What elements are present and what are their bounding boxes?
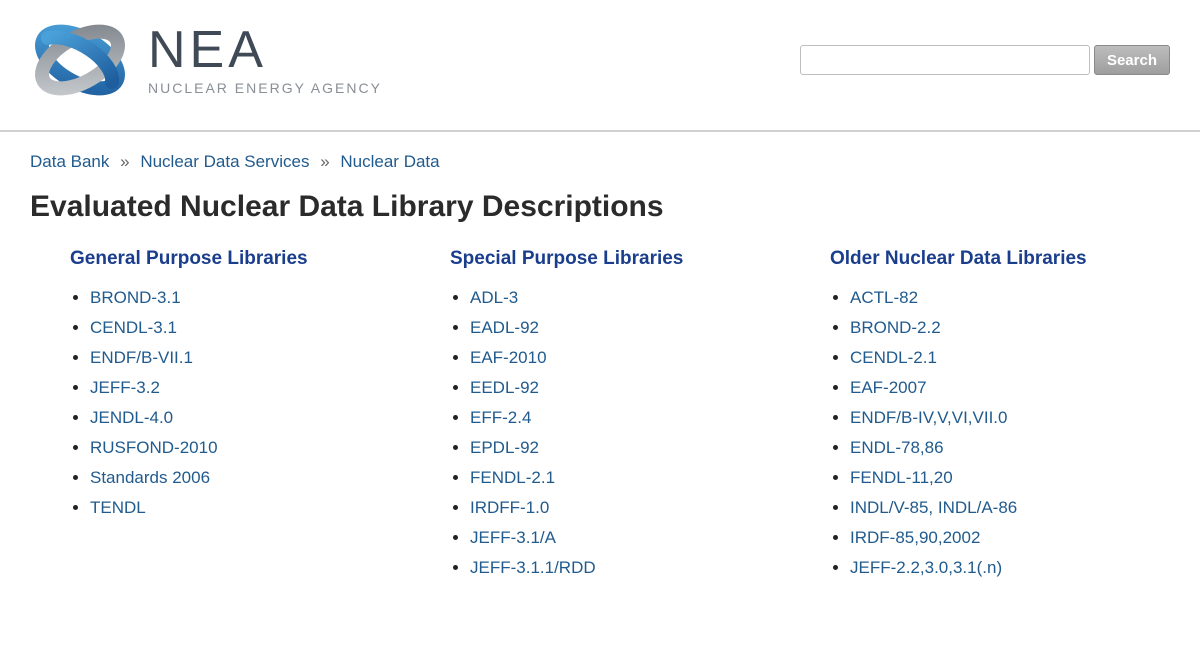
library-link[interactable]: ENDF/B-VII.1: [90, 348, 193, 367]
page-title: Evaluated Nuclear Data Library Descripti…: [30, 190, 1170, 224]
library-link[interactable]: ACTL-82: [850, 288, 918, 307]
library-link[interactable]: IRDF-85,90,2002: [850, 528, 980, 547]
library-link[interactable]: BROND-3.1: [90, 288, 181, 307]
search-button[interactable]: Search: [1094, 45, 1170, 75]
list-item: JEFF-2.2,3.0,3.1(.n): [850, 558, 1170, 578]
library-link[interactable]: EFF-2.4: [470, 408, 531, 427]
col-list: BROND-3.1 CENDL-3.1 ENDF/B-VII.1 JEFF-3.2 JE…: [70, 288, 410, 518]
search-input[interactable]: [800, 45, 1090, 75]
list-item: IRDFF-1.0: [470, 498, 790, 518]
logo-subtitle: NUCLEAR ENERGY AGENCY: [148, 80, 382, 96]
list-item: TENDL: [90, 498, 410, 518]
library-link[interactable]: TENDL: [90, 498, 146, 517]
col-title: General Purpose Libraries: [70, 248, 410, 270]
library-link[interactable]: CENDL-2.1: [850, 348, 937, 367]
list-item: EAF-2010: [470, 348, 790, 368]
library-link[interactable]: BROND-2.2: [850, 318, 941, 337]
col-title: Older Nuclear Data Libraries: [830, 248, 1170, 270]
library-link[interactable]: IRDFF-1.0: [470, 498, 549, 517]
library-link[interactable]: JEFF-3.1/A: [470, 528, 556, 547]
list-item: IRDF-85,90,2002: [850, 528, 1170, 548]
breadcrumb: Data Bank » Nuclear Data Services » Nucl…: [30, 152, 1170, 172]
library-link[interactable]: ADL-3: [470, 288, 518, 307]
library-link[interactable]: Standards 2006: [90, 468, 210, 487]
list-item: ADL-3: [470, 288, 790, 308]
library-link[interactable]: EAF-2007: [850, 378, 927, 397]
logo-text: NEA NUCLEAR ENERGY AGENCY: [148, 24, 382, 96]
library-link[interactable]: ENDF/B-IV,V,VI,VII.0: [850, 408, 1007, 427]
list-item: ENDL-78,86: [850, 438, 1170, 458]
list-item: Standards 2006: [90, 468, 410, 488]
list-item: EPDL-92: [470, 438, 790, 458]
header: NEA NUCLEAR ENERGY AGENCY Search: [0, 0, 1200, 132]
breadcrumb-sep: »: [320, 152, 329, 171]
content: Data Bank » Nuclear Data Services » Nucl…: [0, 132, 1200, 608]
list-item: JENDL-4.0: [90, 408, 410, 428]
logo-icon: [30, 10, 130, 110]
list-item: JEFF-3.2: [90, 378, 410, 398]
library-link[interactable]: EADL-92: [470, 318, 539, 337]
library-link[interactable]: EAF-2010: [470, 348, 547, 367]
logo-block: NEA NUCLEAR ENERGY AGENCY: [30, 10, 382, 110]
col-older-libraries: Older Nuclear Data Libraries ACTL-82 BRON…: [830, 248, 1170, 588]
library-link[interactable]: CENDL-3.1: [90, 318, 177, 337]
search-box: Search: [800, 45, 1170, 75]
list-item: RUSFOND-2010: [90, 438, 410, 458]
list-item: INDL/V-85, INDL/A-86: [850, 498, 1170, 518]
library-link[interactable]: FENDL-2.1: [470, 468, 555, 487]
col-general-purpose: General Purpose Libraries BROND-3.1 CENDL…: [70, 248, 410, 588]
col-title: Special Purpose Libraries: [450, 248, 790, 270]
logo-title: NEA: [148, 24, 382, 76]
list-item: JEFF-3.1.1/RDD: [470, 558, 790, 578]
list-item: ENDF/B-IV,V,VI,VII.0: [850, 408, 1170, 428]
breadcrumb-link-nuclear-data[interactable]: Nuclear Data: [340, 152, 439, 171]
library-link[interactable]: EPDL-92: [470, 438, 539, 457]
list-item: EADL-92: [470, 318, 790, 338]
library-link[interactable]: EEDL-92: [470, 378, 539, 397]
list-item: ENDF/B-VII.1: [90, 348, 410, 368]
list-item: CENDL-3.1: [90, 318, 410, 338]
library-link[interactable]: INDL/V-85, INDL/A-86: [850, 498, 1017, 517]
col-special-purpose: Special Purpose Libraries ADL-3 EADL-92 EA…: [450, 248, 790, 588]
library-link[interactable]: JENDL-4.0: [90, 408, 173, 427]
list-item: EFF-2.4: [470, 408, 790, 428]
library-link[interactable]: ENDL-78,86: [850, 438, 944, 457]
list-item: EEDL-92: [470, 378, 790, 398]
breadcrumb-link-data-bank[interactable]: Data Bank: [30, 152, 109, 171]
list-item: BROND-2.2: [850, 318, 1170, 338]
library-link[interactable]: RUSFOND-2010: [90, 438, 218, 457]
col-list: ACTL-82 BROND-2.2 CENDL-2.1 EAF-2007 ENDF/B-…: [830, 288, 1170, 578]
list-item: FENDL-11,20: [850, 468, 1170, 488]
breadcrumb-link-nuclear-data-services[interactable]: Nuclear Data Services: [140, 152, 309, 171]
col-list: ADL-3 EADL-92 EAF-2010 EEDL-92 EFF-2.4 EPDL-9…: [450, 288, 790, 578]
library-link[interactable]: FENDL-11,20: [850, 468, 953, 487]
list-item: BROND-3.1: [90, 288, 410, 308]
list-item: ACTL-82: [850, 288, 1170, 308]
list-item: FENDL-2.1: [470, 468, 790, 488]
breadcrumb-sep: »: [120, 152, 129, 171]
library-link[interactable]: JEFF-2.2,3.0,3.1(.n): [850, 558, 1002, 577]
list-item: CENDL-2.1: [850, 348, 1170, 368]
library-link[interactable]: JEFF-3.2: [90, 378, 160, 397]
columns: General Purpose Libraries BROND-3.1 CENDL…: [30, 248, 1170, 588]
library-link[interactable]: JEFF-3.1.1/RDD: [470, 558, 596, 577]
list-item: EAF-2007: [850, 378, 1170, 398]
list-item: JEFF-3.1/A: [470, 528, 790, 548]
